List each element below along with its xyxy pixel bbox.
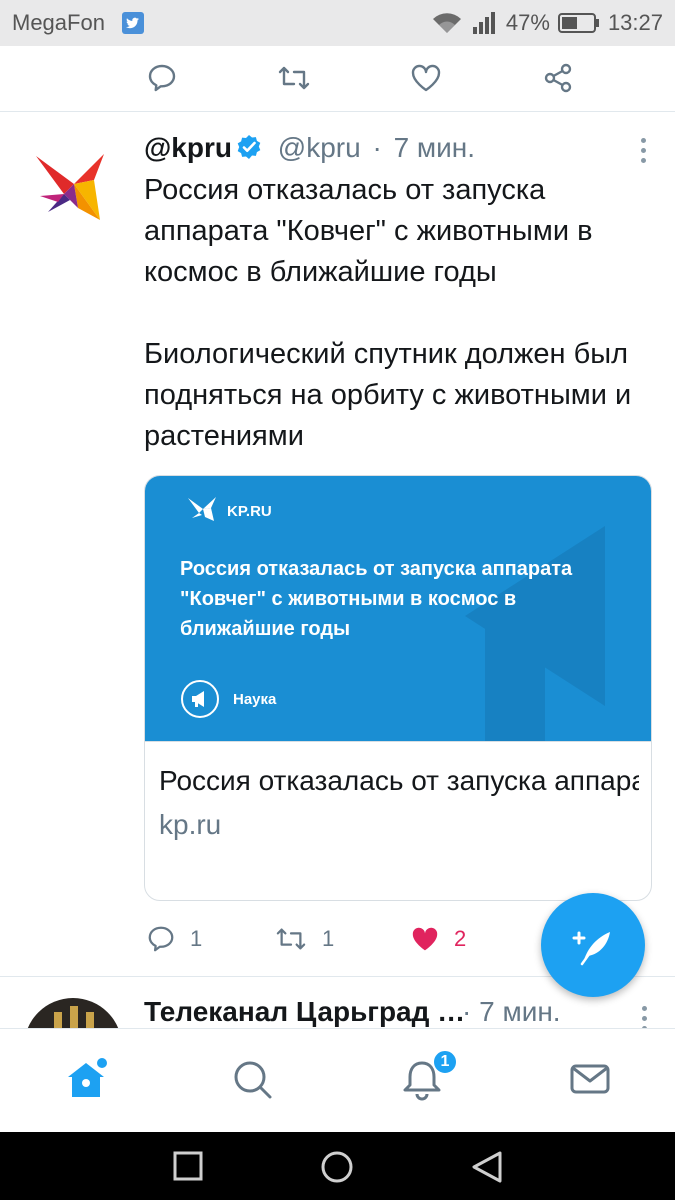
link-card[interactable]: KP.RU Россия отказалась от запуска аппар… [144,475,652,901]
battery-percent: 47% [505,10,550,35]
tweet-header: @kpru @kpru · 7 мин. [144,132,475,167]
compose-feather-icon [572,931,610,966]
card-rubric-label: Наука [233,690,277,708]
verified-badge-icon [236,134,262,167]
bottom-tab-bar: 1 [0,1028,675,1132]
reply-icon[interactable] [146,62,178,94]
carrier-name: MegaFon [12,10,105,35]
reply-count: 1 [190,926,203,951]
battery-icon [557,12,600,34]
tweet-more-menu-icon[interactable] [641,138,647,168]
signal-icon [472,11,498,35]
like-count: 2 [454,926,467,951]
retweet-icon[interactable] [276,62,312,94]
next-author-name[interactable]: Телеканал Царьград … [144,996,465,1027]
author-handle[interactable]: @kpru [278,132,361,163]
tweet-time: 7 мин. [393,132,476,163]
kpru-avatar[interactable] [34,150,108,224]
tab-home[interactable] [64,1057,108,1106]
clock: 13:27 [607,10,663,35]
retweet-icon [276,928,306,950]
tweet-paragraph: Россия отказалась от запуска аппарата "К… [144,174,593,288]
next-tweet-time: · 7 мин. [462,996,561,1027]
card-image: KP.RU Россия отказалась от запуска аппар… [145,476,651,741]
card-title: Россия отказалась от запуска аппарата "К… [159,765,639,796]
tweet-text: Россия отказалась от запуска аппарата "К… [144,170,654,498]
like-icon[interactable] [410,62,442,94]
previous-tweet-actions [0,46,675,112]
next-tweet-header: Телеканал Царьград … · 7 мин. [144,996,664,1028]
like-button[interactable]: 2 [410,924,466,954]
tweet-paragraph: Биологический спутник должен был поднять… [144,338,632,452]
card-body: Россия отказалась от запуска аппарата "К… [145,741,651,844]
retweet-button[interactable]: 1 [274,924,334,954]
home-icon [68,1058,107,1097]
card-rubric: Наука [181,680,276,718]
card-brand-text: KP.RU [227,502,272,520]
heart-filled-icon [412,927,438,951]
card-image-headline: Россия отказалась от запуска аппарата "К… [180,558,573,640]
twitter-notification-icon [122,12,144,34]
notifications-badge: 1 [432,1049,458,1075]
android-navigation-bar [0,1132,675,1200]
share-icon[interactable] [542,62,574,94]
search-icon [234,1061,272,1099]
card-domain: kp.ru [159,809,222,840]
reply-button[interactable]: 1 [146,924,202,954]
author-name[interactable]: @kpru [144,132,232,163]
compose-tweet-button[interactable] [541,893,645,997]
recents-icon[interactable] [172,1150,204,1187]
tab-search[interactable] [230,1057,274,1106]
kpru-logo-icon [187,496,217,526]
back-icon[interactable] [470,1150,504,1189]
card-brand: KP.RU [187,496,272,526]
reply-icon [148,926,174,952]
home-circle-icon[interactable] [320,1150,354,1189]
wifi-icon [430,11,464,35]
megaphone-icon [181,680,219,718]
retweet-count: 1 [322,926,335,951]
mail-icon [570,1064,610,1094]
meta-separator: · [372,132,382,163]
status-bar: MegaFon 47% 13:27 [0,0,675,46]
tab-messages[interactable] [568,1057,612,1106]
